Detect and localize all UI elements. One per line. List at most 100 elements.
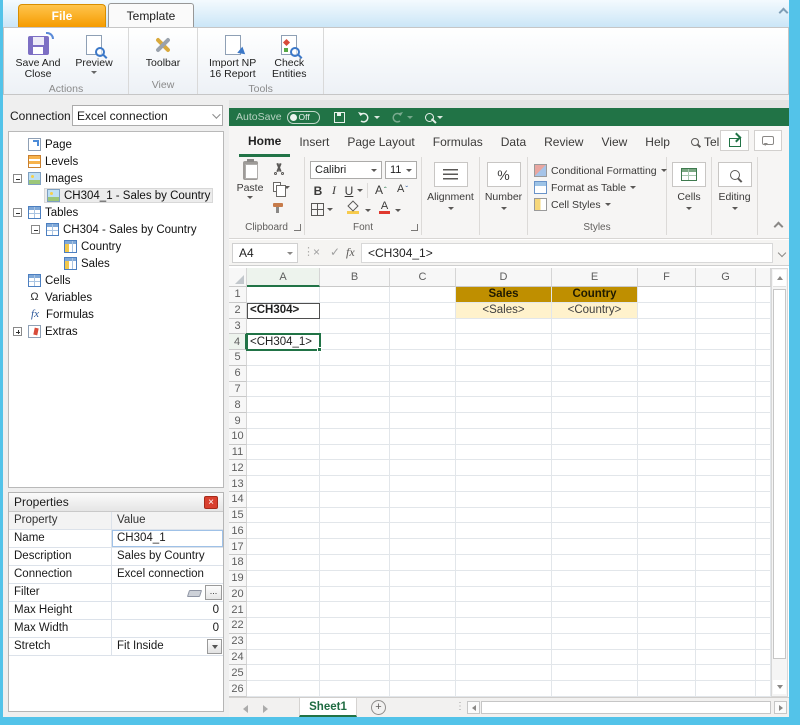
excel-tab-page-layout[interactable]: Page Layout: [338, 128, 423, 157]
grid-cell[interactable]: [456, 382, 552, 398]
grid-cell[interactable]: [696, 303, 756, 319]
horizontal-scrollbar[interactable]: [481, 701, 771, 714]
grid-cell[interactable]: [456, 429, 552, 445]
name-box[interactable]: A4: [232, 243, 298, 263]
grid-cell[interactable]: [456, 492, 552, 508]
editing-dropdown-icon[interactable]: [732, 207, 738, 210]
previous-sheet-icon[interactable]: [243, 705, 248, 713]
grid-cell[interactable]: [320, 303, 390, 319]
grid-cell[interactable]: [390, 508, 456, 524]
expand-formula-bar-icon[interactable]: [778, 249, 786, 257]
fill-color-button[interactable]: [347, 202, 359, 214]
grid-cell[interactable]: [456, 539, 552, 555]
bold-button[interactable]: B: [312, 183, 324, 198]
row-header-21[interactable]: 21: [229, 602, 247, 618]
save-icon[interactable]: [334, 112, 345, 123]
grid-cell[interactable]: [696, 334, 756, 350]
grid-cell[interactable]: [247, 445, 320, 461]
customize-quick-access-icon[interactable]: [455, 108, 464, 126]
stretch-dropdown-button[interactable]: [207, 639, 222, 654]
excel-tab-help[interactable]: Help: [636, 128, 679, 157]
tree-item-formulas[interactable]: fxFormulas: [9, 306, 223, 323]
grid-cell[interactable]: [247, 460, 320, 476]
row-header-20[interactable]: 20: [229, 587, 247, 603]
underline-dropdown-icon[interactable]: [357, 189, 363, 192]
alignment-group[interactable]: Alignment: [422, 157, 480, 235]
share-button[interactable]: [720, 130, 749, 151]
editing-group[interactable]: Editing: [712, 157, 758, 235]
number-group[interactable]: % Number: [480, 157, 528, 235]
grid-cell[interactable]: [696, 366, 756, 382]
format-painter-button[interactable]: [273, 199, 290, 211]
grid-cell[interactable]: [320, 366, 390, 382]
vertical-scroll-thumb[interactable]: [773, 289, 786, 659]
grid-cell[interactable]: [390, 366, 456, 382]
copy-button[interactable]: [273, 181, 290, 193]
grid-cell[interactable]: [552, 523, 638, 539]
grid-cell[interactable]: [696, 382, 756, 398]
grid-cell[interactable]: [456, 476, 552, 492]
row-header-17[interactable]: 17: [229, 539, 247, 555]
grid-cell[interactable]: [247, 492, 320, 508]
grid-cell[interactable]: [696, 492, 756, 508]
insert-function-icon[interactable]: fx: [346, 245, 355, 260]
new-sheet-button[interactable]: +: [371, 700, 386, 715]
grid-cell[interactable]: [696, 539, 756, 555]
filter-ellipsis-button[interactable]: ...: [205, 585, 222, 600]
save-and-close-button[interactable]: Save And Close: [12, 30, 64, 81]
editing-button[interactable]: [718, 162, 752, 187]
grid-cell[interactable]: [456, 397, 552, 413]
italic-button[interactable]: I: [329, 183, 339, 198]
row-header-1[interactable]: 1: [229, 287, 247, 303]
grid-cell[interactable]: [552, 508, 638, 524]
tree-item-variables[interactable]: ΩVariables: [9, 289, 223, 306]
grid-cell[interactable]: [552, 476, 638, 492]
grid-cell[interactable]: [320, 587, 390, 603]
cell-D1[interactable]: Sales: [456, 287, 552, 303]
grid-cell[interactable]: [696, 587, 756, 603]
tree-item-images[interactable]: Images: [9, 170, 223, 187]
grid-cell[interactable]: [552, 587, 638, 603]
grid-cell[interactable]: [638, 650, 696, 666]
grid-cell[interactable]: [638, 492, 696, 508]
grid-cell[interactable]: [456, 445, 552, 461]
excel-tab-home[interactable]: Home: [239, 128, 290, 157]
grid-cell[interactable]: [320, 413, 390, 429]
row-header-18[interactable]: 18: [229, 555, 247, 571]
grid-cell[interactable]: [320, 334, 390, 350]
grid-cell[interactable]: [320, 634, 390, 650]
grid-cell[interactable]: [247, 319, 320, 335]
row-header-26[interactable]: 26: [229, 681, 247, 697]
grid-cell[interactable]: [696, 460, 756, 476]
tab-template[interactable]: Template: [108, 3, 194, 27]
row-header-16[interactable]: 16: [229, 523, 247, 539]
number-dropdown-icon[interactable]: [501, 207, 507, 210]
grid-cell[interactable]: [456, 555, 552, 571]
scroll-right-icon[interactable]: [774, 701, 787, 714]
column-header-C[interactable]: C: [390, 268, 456, 287]
grid-cell[interactable]: [320, 382, 390, 398]
grid-cell[interactable]: [696, 397, 756, 413]
grid-cell[interactable]: [696, 319, 756, 335]
grid-cell[interactable]: [638, 413, 696, 429]
grid-cell[interactable]: [696, 350, 756, 366]
grid-cell[interactable]: [638, 445, 696, 461]
grid-cell[interactable]: [696, 413, 756, 429]
connection-select[interactable]: Excel connection: [72, 105, 223, 126]
grid-cell[interactable]: [390, 634, 456, 650]
cell-styles-button[interactable]: Cell Styles: [528, 196, 666, 213]
tree-item-ch304-sales-by-country[interactable]: CH304 - Sales by Country: [9, 221, 223, 238]
excel-tab-data[interactable]: Data: [492, 128, 535, 157]
grid-cell[interactable]: [390, 523, 456, 539]
property-value[interactable]: ...: [112, 584, 223, 602]
tree-item-country[interactable]: Country: [9, 238, 223, 255]
grid-cell[interactable]: [320, 319, 390, 335]
grid-cell[interactable]: [552, 429, 638, 445]
scroll-up-icon[interactable]: [773, 270, 786, 287]
grid-cell[interactable]: [552, 382, 638, 398]
tree-item-sales[interactable]: Sales: [9, 255, 223, 272]
scroll-left-icon[interactable]: [467, 701, 480, 714]
grid-cell[interactable]: [456, 508, 552, 524]
comments-button[interactable]: [754, 130, 782, 151]
property-value[interactable]: Fit Inside: [112, 638, 223, 656]
